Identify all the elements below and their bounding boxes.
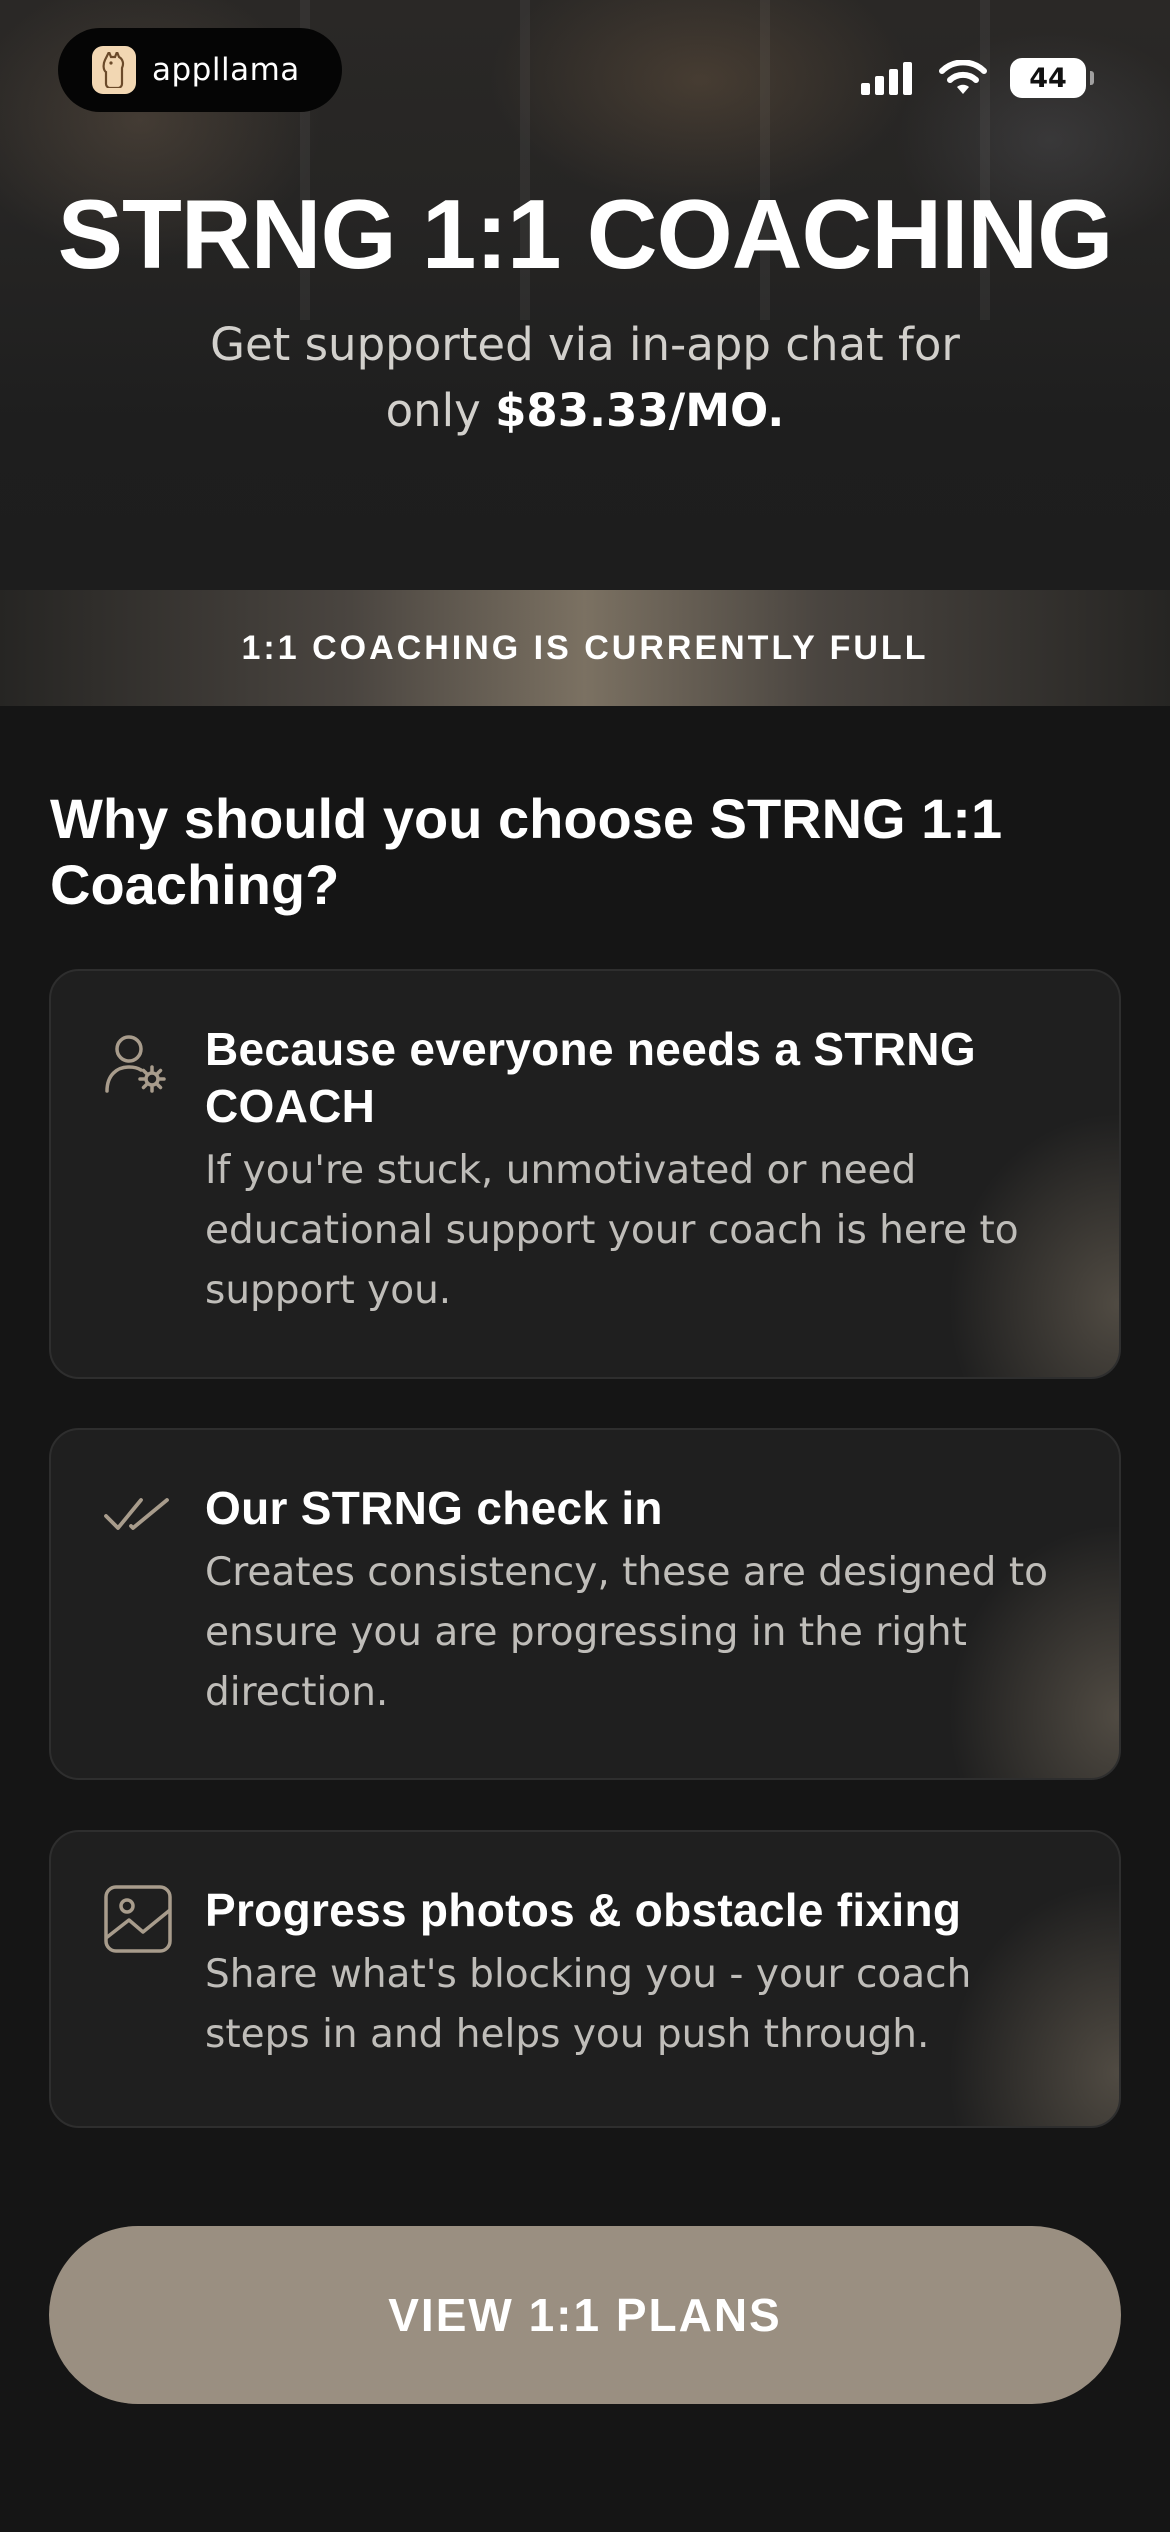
benefit-card-text: Our STRNG check in Creates consistency, … [205, 1480, 1075, 1723]
hero-subtitle-prefix: only [385, 384, 481, 437]
coaching-page: appllama 44 STRNG 1:1 COACHING Get suppo… [0, 0, 1170, 2532]
hero-section: appllama 44 STRNG 1:1 COACHING Get suppo… [0, 0, 1170, 590]
benefit-card-progress: Progress photos & obstacle fixing Share … [49, 1830, 1121, 2128]
brand-name: appllama [152, 52, 300, 88]
double-check-icon [104, 1498, 169, 1530]
page-title: STRNG 1:1 COACHING [57, 179, 1114, 289]
benefit-card-text: Because everyone needs a STRNG COACH If … [205, 1021, 1075, 1321]
coaching-full-banner: 1:1 COACHING IS CURRENTLY FULL [0, 590, 1170, 706]
status-indicators: 44 [861, 58, 1094, 98]
image-icon [104, 1885, 172, 1953]
hero-subtitle-line1: Get supported via in-app chat for [210, 318, 960, 371]
benefit-card-body: Share what's blocking you - your coach s… [205, 1952, 972, 2057]
battery-icon: 44 [1010, 58, 1094, 98]
wifi-icon [939, 60, 987, 94]
battery-level: 44 [1029, 62, 1067, 94]
appllama-logo-icon [92, 46, 136, 94]
benefit-card-coach: Because everyone needs a STRNG COACH If … [49, 969, 1121, 1379]
why-section-title: Why should you choose STRNG 1:1 Coaching… [50, 787, 1003, 916]
signal-icon [861, 61, 912, 95]
benefit-card-title: Our STRNG check in [205, 1482, 663, 1534]
benefit-card-body: Creates consistency, these are designed … [205, 1550, 1048, 1715]
view-plans-button[interactable]: VIEW 1:1 PLANS [49, 2226, 1121, 2404]
benefit-card-title: Because everyone needs a STRNG COACH [205, 1023, 976, 1132]
benefit-card-title: Progress photos & obstacle fixing [205, 1884, 962, 1936]
benefit-card-text: Progress photos & obstacle fixing Share … [205, 1882, 1075, 2065]
hero-subtitle: Get supported via in-app chat for only $… [150, 312, 1020, 444]
user-gear-icon [105, 1035, 166, 1093]
brand-pill[interactable]: appllama [58, 28, 342, 112]
benefit-card-body: If you're stuck, unmotivated or need edu… [205, 1148, 1019, 1313]
price-label: $83.33/MO. [495, 384, 785, 437]
benefit-card-check-in: Our STRNG check in Creates consistency, … [49, 1428, 1121, 1780]
